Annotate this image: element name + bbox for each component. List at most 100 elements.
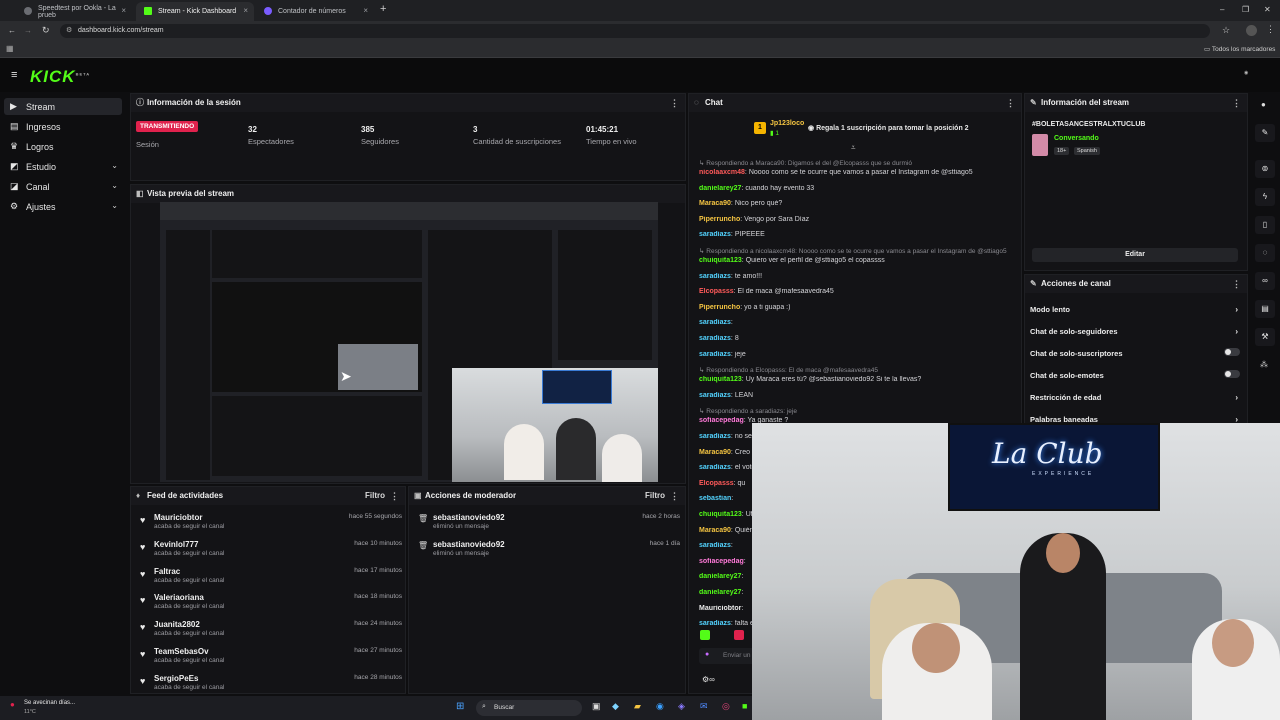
stream-preview-video[interactable]: ➤ bbox=[160, 202, 658, 482]
sidebar-item-stream[interactable]: ▶ Stream bbox=[4, 98, 122, 115]
chat-message[interactable]: chuiquita123: Uy Maraca eres tú? @sebast… bbox=[699, 376, 1019, 383]
chat-username[interactable]: Maraca90 bbox=[699, 527, 731, 534]
chat-username[interactable]: Piperruncho bbox=[699, 216, 740, 223]
chat-username[interactable]: Piperruncho bbox=[699, 304, 740, 311]
chat-username[interactable]: danielarey27 bbox=[699, 185, 741, 192]
chat-username[interactable]: Elcopasss bbox=[699, 288, 734, 295]
bookmark-star-icon[interactable]: ☆ bbox=[1222, 25, 1230, 36]
kick-logo[interactable]: KICKBETA bbox=[30, 67, 90, 87]
more-options-icon[interactable]: ⋮ bbox=[1006, 94, 1015, 112]
browser-menu-icon[interactable]: ⋮ bbox=[1266, 24, 1275, 35]
sidebar-item-ingresos[interactable]: ▤ Ingresos bbox=[4, 118, 122, 135]
category-name[interactable]: Conversando bbox=[1054, 135, 1099, 142]
kick-app-icon[interactable]: ■ bbox=[742, 701, 747, 711]
chat-username[interactable]: saradiazs bbox=[699, 620, 731, 627]
chat-username[interactable]: saradiazs bbox=[699, 231, 731, 238]
store-icon[interactable]: ◈ bbox=[678, 701, 685, 712]
chat-input[interactable]: ● Enviar un bbox=[699, 648, 759, 664]
toggle-switch[interactable] bbox=[1224, 348, 1240, 356]
chat-message[interactable]: saradiazs: LEAN bbox=[699, 392, 1019, 399]
follower-name[interactable]: Faltrac bbox=[154, 567, 180, 576]
tab-speedtest[interactable]: Speedtest por Ookla - La prueb × bbox=[16, 2, 132, 21]
chat-username[interactable]: saradiazs bbox=[699, 335, 731, 342]
sidebar-item-estudio[interactable]: ◩ Estudio ⌄ bbox=[4, 158, 122, 175]
expand-pinned-icon[interactable]: ⩡ bbox=[851, 143, 856, 153]
weather-text[interactable]: Se avecinan días... bbox=[24, 700, 75, 706]
channel-action-item[interactable]: Chat de solo-seguidores › bbox=[1030, 327, 1240, 339]
chat-username[interactable]: saradiazs bbox=[699, 392, 731, 399]
pinned-user[interactable]: Jp123loco bbox=[770, 120, 804, 127]
mic-icon[interactable]: ● bbox=[705, 651, 709, 658]
window-maximize-button[interactable]: ❐ bbox=[1242, 5, 1249, 14]
channel-action-item[interactable]: Modo lento › bbox=[1030, 305, 1240, 317]
chat-username[interactable]: Elcopasss bbox=[699, 480, 734, 487]
chat-username[interactable]: chuiquita123 bbox=[699, 257, 742, 264]
toggle-switch[interactable] bbox=[1224, 370, 1240, 378]
channel-action-item[interactable]: Restricción de edad › bbox=[1030, 393, 1240, 405]
moderator-name[interactable]: sebastianoviedo92 bbox=[433, 540, 505, 549]
tab-contador[interactable]: Contador de números × bbox=[256, 2, 374, 21]
all-bookmarks-link[interactable]: ▭ Todos los marcadores bbox=[1204, 45, 1275, 53]
tab-kick-dashboard[interactable]: Stream - Kick Dashboard × bbox=[136, 2, 254, 21]
follower-name[interactable]: Valeriaoriana bbox=[154, 593, 204, 602]
chat-message[interactable]: saradiazs: 8 bbox=[699, 335, 1019, 342]
chat-username[interactable]: danielarey27 bbox=[699, 573, 741, 580]
apps-grid-icon[interactable]: ▦ bbox=[6, 44, 14, 53]
connections-icon[interactable]: ⁂ bbox=[1260, 360, 1268, 369]
chat-message[interactable]: Elcopasss: El de maca @mafesaavedra45 bbox=[699, 288, 1019, 295]
channel-action-item[interactable]: Chat de solo-emotes bbox=[1030, 370, 1240, 383]
chat-username[interactable]: saradiazs bbox=[699, 542, 731, 549]
moderator-action-row[interactable]: 🗑︎ sebastianoviedo92 eliminó un mensaje hac… bbox=[418, 540, 680, 564]
window-minimize-button[interactable]: – bbox=[1220, 5, 1224, 14]
tab-close-icon[interactable]: × bbox=[363, 6, 368, 15]
link-tool-icon[interactable]: ∞ bbox=[1255, 272, 1275, 290]
follower-name[interactable]: SergioPeEs bbox=[154, 674, 198, 683]
emote-icon[interactable] bbox=[734, 630, 744, 640]
server-tool-icon[interactable]: ▤ bbox=[1255, 300, 1275, 318]
chat-username[interactable]: saradiazs bbox=[699, 433, 731, 440]
site-info-icon[interactable]: ⚙ bbox=[66, 24, 72, 38]
chat-username[interactable]: saradiazs bbox=[699, 351, 731, 358]
sidebar-item-canal[interactable]: ◪ Canal ⌄ bbox=[4, 178, 122, 195]
tab-close-icon[interactable]: × bbox=[243, 6, 248, 15]
file-explorer-icon[interactable]: ▰ bbox=[634, 701, 641, 712]
follower-name[interactable]: Juanita2802 bbox=[154, 620, 200, 629]
chat-message[interactable]: chuiquita123: Quiero ver el perfil de @s… bbox=[699, 257, 1019, 264]
more-options-icon[interactable]: ⋮ bbox=[390, 487, 399, 505]
chat-username[interactable]: saradiazs bbox=[699, 319, 731, 326]
more-options-icon[interactable]: ⋮ bbox=[670, 94, 679, 112]
help-icon[interactable]: ● bbox=[1261, 100, 1266, 109]
chat-message[interactable]: saradiazs: te amo!!! bbox=[699, 273, 1019, 280]
more-options-icon[interactable]: ⋮ bbox=[670, 487, 679, 505]
follower-name[interactable]: Mauriciobtor bbox=[154, 513, 202, 522]
chat-username[interactable]: nicolaaxcm48 bbox=[699, 169, 745, 176]
chat-message[interactable]: saradiazs: jeje bbox=[699, 351, 1019, 358]
instagram-icon[interactable]: ◎ bbox=[722, 701, 730, 712]
emote-icon[interactable] bbox=[700, 630, 710, 640]
activity-feed-row[interactable]: ♥ Kevinlol777 acaba de seguir el canal hace… bbox=[140, 540, 402, 564]
chat-username[interactable]: danielarey27 bbox=[699, 589, 741, 596]
reload-icon[interactable]: ↻ bbox=[42, 25, 50, 36]
pencil-tool-icon[interactable]: ✎ bbox=[1255, 124, 1275, 142]
windows-start-icon[interactable]: ⊞ bbox=[456, 701, 464, 712]
chat-username[interactable]: chuiquita123 bbox=[699, 376, 742, 383]
url-input[interactable]: ⚙ dashboard.kick.com/stream bbox=[60, 24, 1210, 38]
moderator-action-row[interactable]: 🗑︎ sebastianoviedo92 eliminó un mensaje hac… bbox=[418, 513, 680, 537]
chat-message[interactable]: nicolaaxcm48: Noooo como se te ocurre qu… bbox=[699, 169, 1019, 176]
bolt-tool-icon[interactable]: ϟ bbox=[1255, 188, 1275, 206]
new-tab-button[interactable]: + bbox=[380, 3, 386, 15]
chat-message[interactable]: danielarey27: cuando hay evento 33 bbox=[699, 185, 1019, 192]
activity-feed-row[interactable]: ♥ Mauriciobtor acaba de seguir el canal hac… bbox=[140, 513, 402, 537]
chat-message[interactable]: Piperruncho: yo a ti guapa :) bbox=[699, 304, 1019, 311]
wrench-tool-icon[interactable]: ⚒ bbox=[1255, 328, 1275, 346]
moderator-name[interactable]: sebastianoviedo92 bbox=[433, 513, 505, 522]
taskbar-search[interactable]: ⌕ Buscar bbox=[476, 700, 582, 716]
activity-feed-row[interactable]: ♥ Juanita2802 acaba de seguir el canal hace… bbox=[140, 620, 402, 644]
chat-username[interactable]: saradiazs bbox=[699, 273, 731, 280]
feed-filter-button[interactable]: Filtro bbox=[365, 487, 385, 505]
chat-username[interactable]: chuiquita123 bbox=[699, 511, 742, 518]
forward-icon[interactable]: → bbox=[24, 26, 32, 35]
follower-name[interactable]: Kevinlol777 bbox=[154, 540, 198, 549]
chat-username[interactable]: saradiazs bbox=[699, 464, 731, 471]
back-icon[interactable]: ← bbox=[8, 26, 16, 35]
